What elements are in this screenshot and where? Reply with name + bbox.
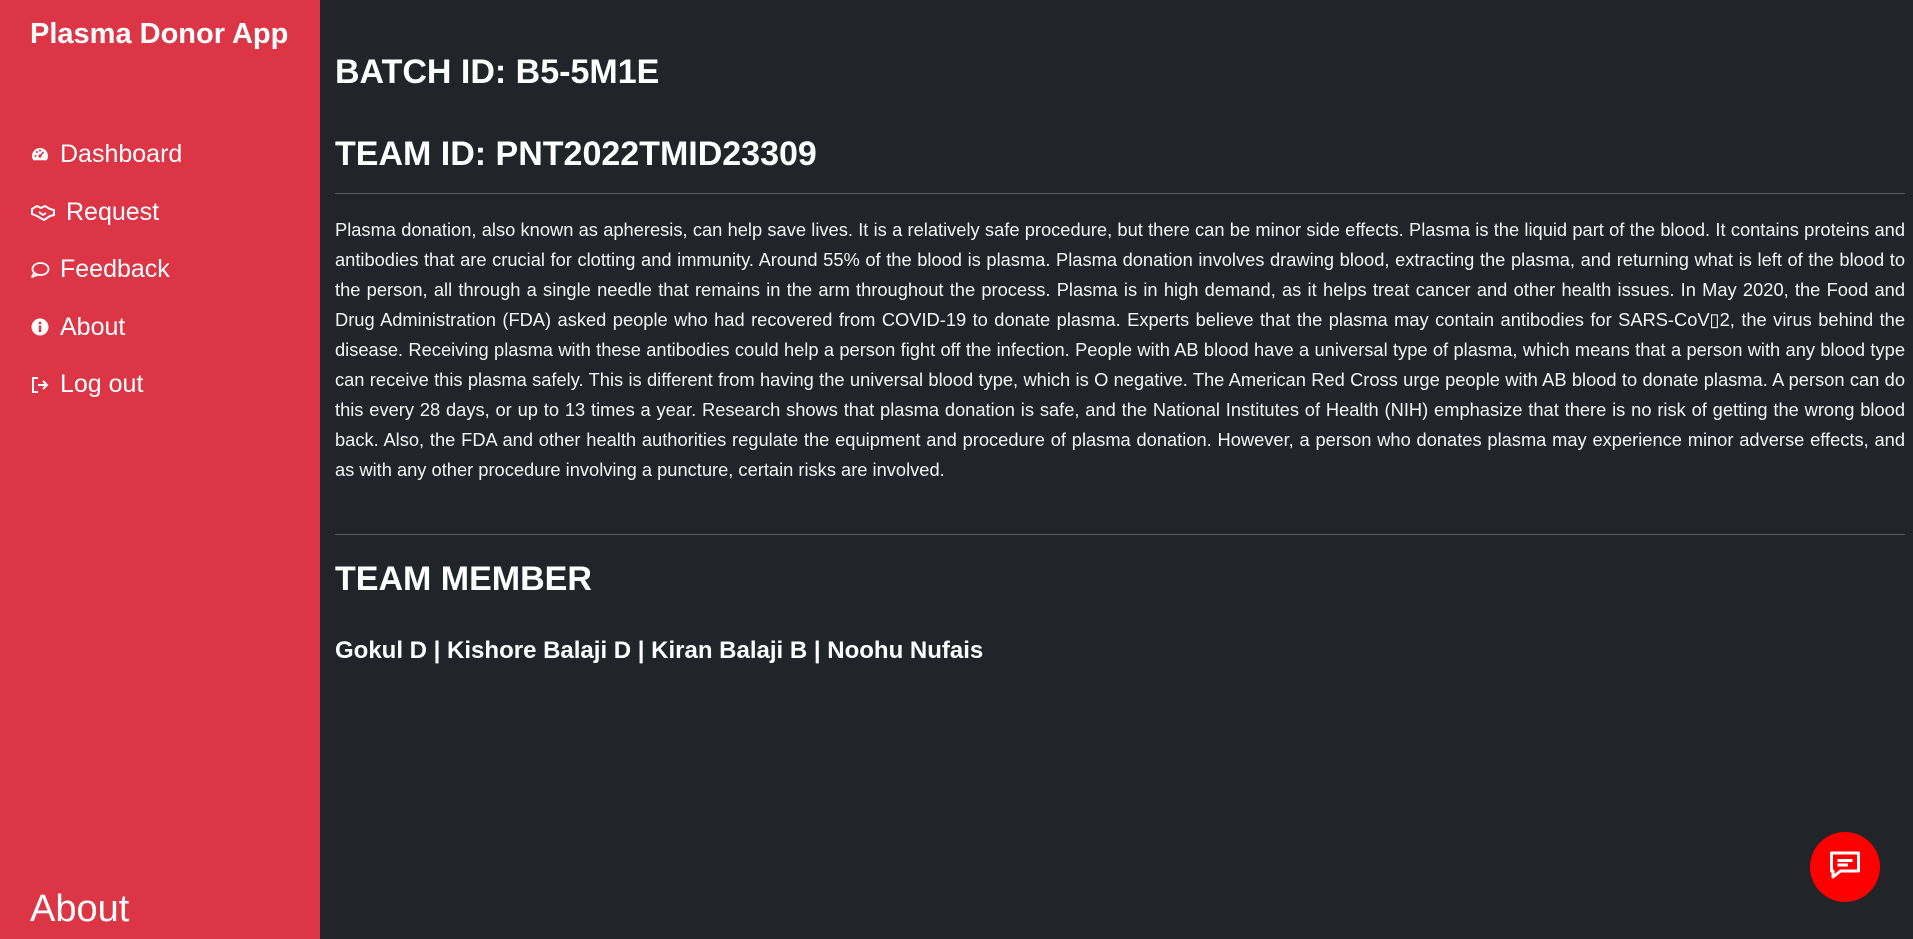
sidebar: Plasma Donor App Dashboard Request Feedb…: [0, 0, 320, 939]
divider: [335, 193, 1905, 194]
sign-out-icon: [30, 372, 56, 398]
sidebar-item-label: Request: [66, 197, 160, 226]
handshake-icon: [30, 199, 62, 225]
sidebar-item-label: Dashboard: [60, 140, 183, 169]
comment-icon: [30, 257, 56, 283]
chat-icon: [1827, 847, 1863, 888]
sidebar-item-label: Feedback: [60, 255, 170, 284]
main-content: BATCH ID: B5-5M1E TEAM ID: PNT2022TMID23…: [320, 0, 1913, 939]
sidebar-item-about[interactable]: About: [30, 299, 182, 357]
description-paragraph: Plasma donation, also known as apheresis…: [335, 219, 1905, 480]
batch-id-heading: BATCH ID: B5-5M1E: [335, 53, 660, 91]
sidebar-item-dashboard[interactable]: Dashboard: [30, 126, 182, 184]
team-member-heading: TEAM MEMBER: [335, 560, 592, 598]
sidebar-item-label: Log out: [60, 370, 144, 399]
sidebar-item-logout[interactable]: Log out: [30, 356, 182, 414]
app-root: Plasma Donor App Dashboard Request Feedb…: [0, 0, 1913, 939]
sidebar-item-feedback[interactable]: Feedback: [30, 241, 182, 299]
team-members-list: Gokul D | Kishore Balaji D | Kiran Balaj…: [335, 637, 984, 664]
brand-title: Plasma Donor App: [30, 18, 289, 50]
sidebar-nav: Dashboard Request Feedback About Log out: [30, 126, 182, 414]
divider: [335, 534, 1905, 535]
info-icon: [30, 314, 56, 340]
sidebar-footer-about: About: [30, 888, 130, 930]
team-id-heading: TEAM ID: PNT2022TMID23309: [335, 135, 817, 173]
dashboard-icon: [30, 142, 56, 168]
sidebar-item-request[interactable]: Request: [30, 184, 182, 242]
chat-button[interactable]: [1810, 832, 1880, 902]
sidebar-item-label: About: [60, 312, 126, 341]
